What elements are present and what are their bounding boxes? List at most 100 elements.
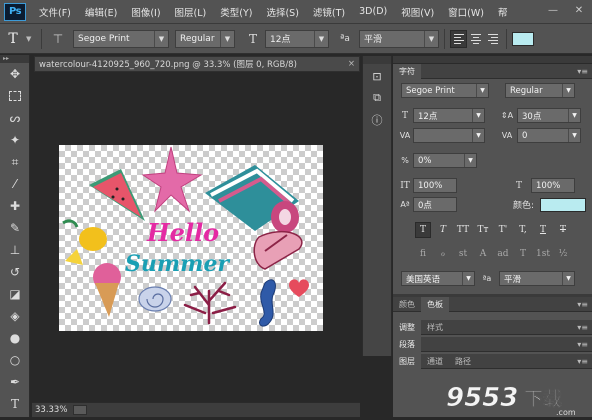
type-icon[interactable]: T: [0, 393, 30, 415]
text-orientation-icon[interactable]: ⊤: [47, 32, 69, 46]
color-swatches-tabs: 颜色 色板 ▾≡: [393, 296, 592, 312]
kerning-tracking-row: VA ▼ VA 0 ▼: [397, 128, 581, 143]
faux-italic-button[interactable]: T: [435, 222, 451, 238]
tab-styles[interactable]: 样式: [421, 320, 449, 335]
font-family-dropdown[interactable]: Segoe Print ▼: [73, 29, 169, 48]
clone-stamp-icon[interactable]: ⊥: [0, 239, 30, 261]
eraser-icon[interactable]: ◪: [0, 283, 30, 305]
pen-icon[interactable]: ✒: [0, 371, 30, 393]
document-canvas[interactable]: Hello Summer: [59, 145, 323, 331]
ordinals-button[interactable]: 1st: [535, 246, 551, 262]
zoom-level[interactable]: 33.33%: [35, 405, 67, 415]
chevron-down-icon[interactable]: ▼: [26, 35, 36, 43]
panel-menu-icon[interactable]: ▾≡: [577, 300, 588, 309]
superscript-button[interactable]: T': [495, 222, 511, 238]
close-tab-icon[interactable]: ×: [348, 59, 355, 69]
character-color-swatch[interactable]: [540, 197, 587, 212]
tab-paragraph[interactable]: 段落: [393, 336, 421, 352]
menu-select[interactable]: 选择(S): [259, 5, 305, 19]
proportional-spacing-dropdown[interactable]: 0% ▼: [413, 153, 477, 168]
underline-button[interactable]: T: [535, 222, 551, 238]
stylistic-alternates-button[interactable]: ad: [495, 246, 511, 262]
panel-menu-icon[interactable]: ▾≡: [577, 340, 588, 349]
tab-swatches[interactable]: 色板: [421, 296, 449, 312]
history-brush-icon[interactable]: ↺: [0, 261, 30, 283]
faux-bold-button[interactable]: T: [415, 222, 431, 238]
tab-color[interactable]: 颜色: [393, 297, 421, 312]
baseline-shift-input[interactable]: 0点: [413, 197, 457, 212]
fractions-button[interactable]: ½: [555, 246, 571, 262]
strikethrough-button[interactable]: T: [555, 222, 571, 238]
panel-menu-icon[interactable]: ▾≡: [577, 357, 588, 366]
type-tool-preset-icon[interactable]: T: [0, 31, 26, 47]
panel-antialias-dropdown[interactable]: 平滑 ▼: [499, 271, 575, 286]
align-center-button[interactable]: [467, 30, 484, 48]
menu-layer[interactable]: 图层(L): [168, 5, 214, 19]
tab-channels[interactable]: 通道: [421, 354, 449, 369]
collapse-icon[interactable]: ▸▸: [0, 55, 29, 63]
horizontal-scale-input[interactable]: 100%: [531, 178, 575, 193]
horizontal-scale-value: 100%: [536, 180, 561, 191]
close-button[interactable]: ✕: [566, 0, 592, 20]
language-dropdown[interactable]: 美国英语 ▼: [401, 271, 475, 286]
horizontal-scale-icon: T: [515, 180, 522, 191]
align-left-button[interactable]: [450, 29, 467, 48]
move-icon[interactable]: ✥: [0, 63, 30, 85]
document-tab[interactable]: watercolour-4120925_960_720.png @ 33.3% …: [34, 56, 360, 72]
magic-wand-icon[interactable]: ✦: [0, 129, 30, 151]
text-color-swatch[interactable]: [512, 31, 534, 46]
menu-window[interactable]: 窗口(W): [441, 5, 491, 19]
eyedropper-icon[interactable]: ⁄: [0, 173, 30, 195]
all-caps-button[interactable]: TT: [455, 222, 471, 238]
titling-alternates-button[interactable]: T: [515, 246, 531, 262]
chevron-down-icon: ▼: [314, 30, 328, 47]
menu-file[interactable]: 文件(F): [32, 5, 78, 19]
healing-brush-icon[interactable]: ✚: [0, 195, 30, 217]
tracking-dropdown[interactable]: 0 ▼: [517, 128, 581, 143]
discretionary-ligatures-button[interactable]: st: [455, 246, 471, 262]
panel-font-size-dropdown[interactable]: 12点 ▼: [413, 108, 485, 123]
tab-layers[interactable]: 图层: [393, 353, 421, 369]
vertical-scale-input[interactable]: 100%: [413, 178, 457, 193]
panel-menu-icon[interactable]: ▾≡: [577, 67, 588, 76]
menu-edit[interactable]: 编辑(E): [78, 5, 124, 19]
tab-character[interactable]: 字符: [393, 63, 421, 79]
small-caps-button[interactable]: Tт: [475, 222, 491, 238]
minimize-button[interactable]: —: [540, 0, 566, 20]
old-style-button[interactable]: ℴ: [435, 246, 451, 262]
font-size-dropdown[interactable]: 12点 ▼: [265, 29, 329, 48]
menu-help[interactable]: 帮: [491, 5, 515, 19]
swash-button[interactable]: A: [475, 246, 491, 262]
collapsed-panels: 颜色 色板 ▾≡ 调整 样式 ▾≡ 段落 ▾≡ 图层 通道 路径 ▾≡: [393, 294, 592, 369]
menu-view[interactable]: 视图(V): [394, 5, 441, 19]
paint-bucket-icon[interactable]: ◈: [0, 305, 30, 327]
tab-adjustments[interactable]: 调整: [393, 319, 421, 335]
panel-font-size-value: 12点: [418, 111, 438, 122]
panel-menu-icon[interactable]: ▾≡: [577, 323, 588, 332]
menu-type[interactable]: 类型(Y): [213, 5, 259, 19]
history-panel-icon[interactable]: ⊡: [363, 66, 391, 86]
antialias-dropdown[interactable]: 平滑 ▼: [359, 29, 439, 48]
info-panel-icon[interactable]: ⓘ: [363, 110, 391, 130]
subscript-button[interactable]: T,: [515, 222, 531, 238]
panel-font-family-dropdown[interactable]: Segoe Print ▼: [401, 83, 489, 98]
crop-icon[interactable]: ⌗: [0, 151, 30, 173]
blur-icon[interactable]: ●: [0, 327, 30, 349]
lasso-icon[interactable]: ᔕ: [0, 107, 30, 129]
tab-paths[interactable]: 路径: [449, 354, 477, 369]
brush-icon[interactable]: ✎: [0, 217, 30, 239]
marquee-icon[interactable]: [0, 85, 30, 107]
menu-filter[interactable]: 滤镜(T): [306, 5, 352, 19]
menu-image[interactable]: 图像(I): [124, 5, 167, 19]
chevron-down-icon: ▼: [568, 129, 580, 142]
kerning-dropdown[interactable]: ▼: [413, 128, 485, 143]
align-right-button[interactable]: [484, 30, 501, 48]
dodge-icon[interactable]: ○: [0, 349, 30, 371]
properties-panel-icon[interactable]: ⧉: [363, 88, 391, 108]
status-info-button[interactable]: [73, 405, 88, 415]
font-style-dropdown[interactable]: Regular ▼: [175, 29, 235, 48]
panel-font-style-dropdown[interactable]: Regular ▼: [505, 83, 575, 98]
leading-dropdown[interactable]: 30点 ▼: [517, 108, 581, 123]
ligatures-button[interactable]: fi: [415, 246, 431, 262]
menu-3d[interactable]: 3D(D): [352, 6, 394, 17]
